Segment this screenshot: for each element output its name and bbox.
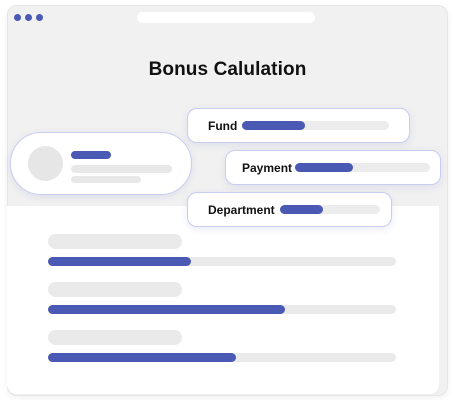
fund-card[interactable]: Fund — [187, 108, 410, 143]
card-progress-fill — [295, 163, 354, 172]
profile-card[interactable] — [10, 132, 192, 195]
detail-placeholder — [71, 165, 172, 173]
window-dot-icon — [36, 14, 43, 21]
window-dot-icon — [14, 14, 21, 21]
progress-track — [48, 305, 396, 314]
avatar — [28, 146, 63, 181]
card-label: Payment — [242, 160, 293, 175]
payment-card[interactable]: Payment — [225, 150, 441, 185]
progress-fill — [48, 257, 191, 266]
card-progress-track — [280, 205, 380, 214]
content-panel — [7, 206, 439, 394]
window-dot-icon — [25, 14, 32, 21]
card-progress-fill — [242, 121, 306, 130]
card-label: Fund — [208, 118, 238, 133]
page-title: Bonus Calulation — [148, 59, 307, 80]
card-label: Department — [208, 202, 275, 217]
address-bar[interactable] — [137, 12, 315, 23]
window-titlebar — [8, 6, 447, 28]
card-progress-track — [295, 163, 430, 172]
progress-fill — [48, 353, 236, 362]
card-progress-fill — [280, 205, 323, 214]
detail-placeholder — [71, 176, 141, 183]
progress-track — [48, 353, 396, 362]
row-label-placeholder — [48, 330, 182, 345]
row-label-placeholder — [48, 234, 182, 249]
row-label-placeholder — [48, 282, 182, 297]
page: Bonus Calulation Fund Payment Department — [0, 0, 453, 400]
progress-fill — [48, 305, 285, 314]
department-card[interactable]: Department — [187, 192, 392, 227]
name-placeholder — [71, 151, 111, 159]
progress-track — [48, 257, 396, 266]
card-progress-track — [242, 121, 389, 130]
